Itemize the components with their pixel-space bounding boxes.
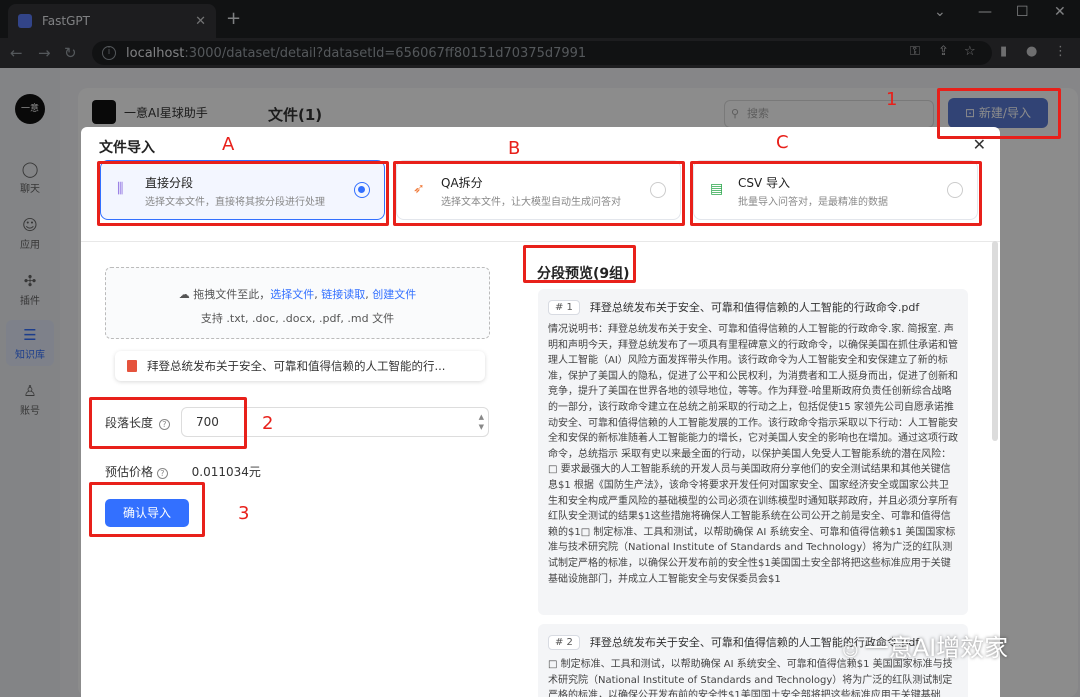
annotation-box-c bbox=[690, 161, 982, 226]
watermark: ☺ 一意AI增效家 bbox=[842, 628, 1008, 663]
annotation-label-3: 3 bbox=[238, 503, 250, 524]
chunk-body: □ 制定标准、工具和测试，以帮助确保 AI 系统安全、可靠和值得信赖$1 美国国… bbox=[548, 659, 953, 697]
annotation-label-c: C bbox=[776, 132, 789, 153]
annotation-box-b bbox=[393, 161, 685, 226]
wechat-icon: ☺ bbox=[842, 641, 859, 660]
drop-hint: ☁ 拖拽文件至此，选择文件, 链接读取, 创建文件 bbox=[178, 288, 417, 301]
annotation-box-2 bbox=[89, 397, 247, 449]
annotation-box-3 bbox=[89, 482, 205, 537]
annotation-label-a: A bbox=[222, 134, 235, 155]
price-value: 0.011034元 bbox=[191, 465, 261, 479]
drop-prefix: 拖拽文件至此， bbox=[193, 288, 271, 301]
file-name: 拜登总统发布关于安全、可靠和值得信赖的人工智能的行... bbox=[147, 359, 446, 373]
annotation-label-1: 1 bbox=[886, 89, 898, 110]
annotation-box-1 bbox=[937, 88, 1061, 139]
chunk-card: # 1 拜登总统发布关于安全、可靠和值得信赖的人工智能的行政命令.pdf 情况说… bbox=[538, 289, 968, 615]
preview-scrollbar[interactable] bbox=[992, 241, 998, 441]
annotation-label-2: 2 bbox=[262, 413, 274, 434]
cloud-upload-icon: ☁ bbox=[178, 288, 190, 301]
supported-formats: 支持 .txt, .doc, .docx, .pdf, .md 文件 bbox=[200, 312, 395, 325]
chunk-body: 情况说明书：拜登总统发布关于安全、可靠和值得信赖的人工智能的行政命令.家. 简报… bbox=[548, 324, 958, 585]
price-help-icon[interactable]: ? bbox=[156, 468, 168, 479]
watermark-text: 一意AI增效家 bbox=[864, 634, 1009, 662]
modal-divider bbox=[81, 241, 1000, 242]
chunk-header: # 1 拜登总统发布关于安全、可靠和值得信赖的人工智能的行政命令.pdf bbox=[548, 299, 958, 315]
stepper-icon[interactable]: ▲ ▼ bbox=[479, 412, 484, 432]
select-file-link[interactable]: 选择文件 bbox=[270, 288, 314, 301]
chunk-title: 拜登总统发布关于安全、可靠和值得信赖的人工智能的行政命令.pdf bbox=[589, 301, 920, 314]
chunk-number: # 2 bbox=[548, 634, 580, 650]
annotation-box-a bbox=[97, 161, 389, 226]
link-read-link[interactable]: 链接读取 bbox=[321, 288, 365, 301]
create-file-link[interactable]: 创建文件 bbox=[372, 288, 416, 301]
file-drop-zone[interactable]: ☁ 拖拽文件至此，选择文件, 链接读取, 创建文件 支持 .txt, .doc,… bbox=[105, 267, 490, 339]
price-label: 预估价格 bbox=[105, 465, 154, 479]
chunk-number: # 1 bbox=[548, 299, 580, 315]
annotation-box-preview bbox=[523, 245, 636, 283]
estimated-price: 预估价格 ? 0.011034元 bbox=[105, 463, 261, 480]
pdf-icon bbox=[127, 360, 137, 372]
uploaded-file-item[interactable]: 拜登总统发布关于安全、可靠和值得信赖的人工智能的行... bbox=[115, 351, 485, 381]
modal-title: 文件导入 bbox=[99, 140, 155, 156]
annotation-label-b: B bbox=[508, 138, 521, 159]
